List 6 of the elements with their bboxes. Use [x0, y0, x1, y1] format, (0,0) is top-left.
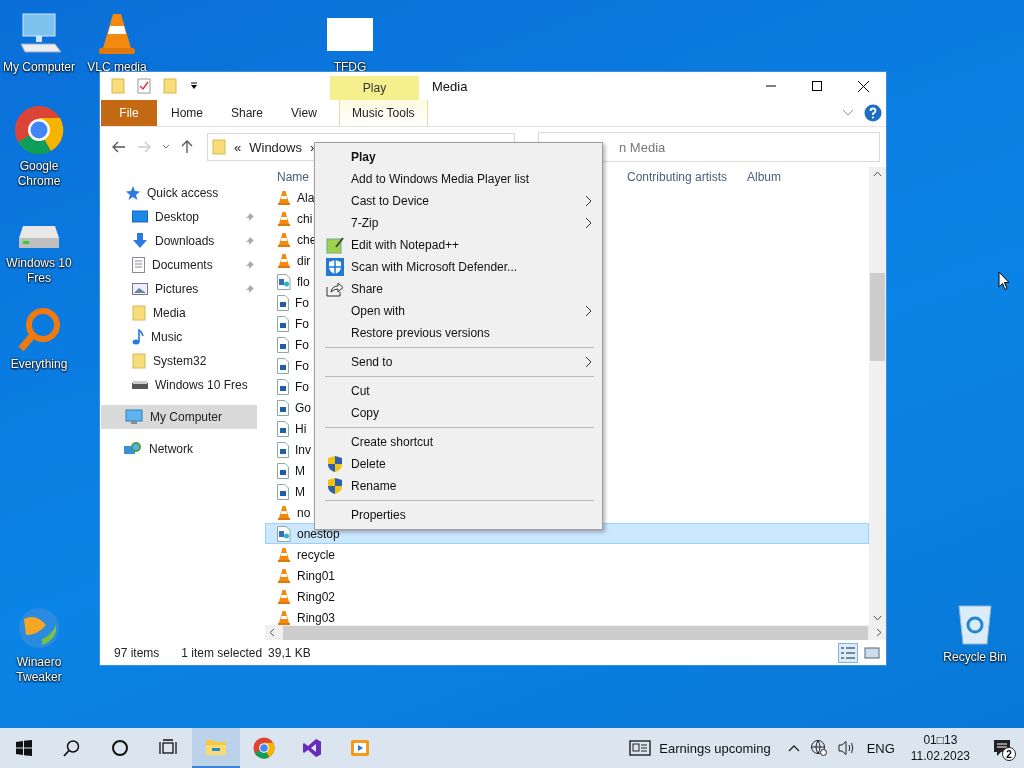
selection-info: 1 item selected — [181, 645, 263, 660]
contextual-tab-header: Play — [330, 76, 419, 100]
item-count: 97 items — [114, 645, 160, 660]
selection-size: 39,1 KB — [268, 645, 311, 660]
notification-count-badge: 2 — [1002, 747, 1016, 761]
window-title: Media — [432, 78, 468, 94]
